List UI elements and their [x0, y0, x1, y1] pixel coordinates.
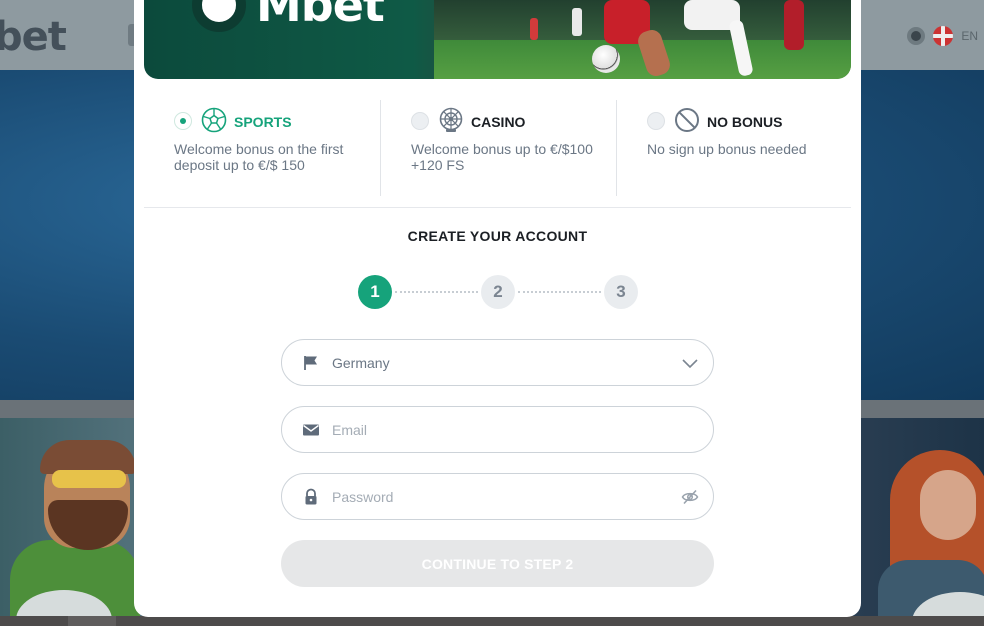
step-connector: [518, 291, 601, 293]
step-1: 1: [358, 275, 392, 309]
flag-icon: [933, 26, 954, 46]
step-indicator: 1 2 3: [358, 275, 638, 309]
password-input[interactable]: [332, 486, 672, 508]
player-figure: [530, 18, 538, 40]
email-field[interactable]: [281, 406, 714, 453]
brand-logo-text: Mbet: [256, 0, 385, 32]
soccer-ball-image: [592, 45, 620, 73]
bonus-title-casino: CASINO: [471, 114, 526, 130]
bonus-options: SPORTS Welcome bonus on the first deposi…: [144, 100, 851, 208]
bonus-description-casino: Welcome bonus up to €/$100 +120 FS: [411, 141, 593, 173]
character-hat-left: [40, 440, 136, 474]
eye-slash-icon[interactable]: [681, 488, 699, 506]
country-value: Germany: [332, 355, 390, 371]
bonus-option-no-bonus[interactable]: NO BONUS No sign up bonus needed: [616, 100, 852, 196]
character-glasses-left: [52, 470, 126, 488]
bonus-radio-sports[interactable]: [174, 112, 192, 130]
bonus-title-no-bonus: NO BONUS: [707, 114, 783, 130]
character-face-right: [920, 470, 976, 540]
language-code: EN: [961, 29, 978, 43]
step-connector: [395, 291, 478, 293]
form-heading: CREATE YOUR ACCOUNT: [407, 228, 588, 244]
envelope-icon: [303, 424, 319, 436]
bonus-description-no-bonus: No sign up bonus needed: [647, 141, 807, 157]
bonus-option-sports[interactable]: SPORTS Welcome bonus on the first deposi…: [144, 100, 380, 196]
soccer-ball-icon: [201, 107, 227, 133]
step-2: 2: [481, 275, 515, 309]
bonus-title-sports: SPORTS: [234, 114, 292, 130]
lock-icon: [305, 488, 317, 505]
country-select[interactable]: Germany: [281, 339, 714, 386]
site-logo: bet: [0, 14, 67, 60]
player-figure: [572, 8, 582, 36]
bonus-radio-no-bonus[interactable]: [647, 112, 665, 130]
bonus-description-sports: Welcome bonus on the first deposit up to…: [174, 141, 344, 173]
modal-banner: Mbet: [144, 0, 851, 79]
roulette-wheel-icon: [439, 107, 463, 132]
continue-button[interactable]: CONTINUE TO STEP 2: [281, 540, 714, 587]
player-figure: [784, 0, 804, 50]
bonus-radio-casino[interactable]: [411, 112, 429, 130]
bonus-option-casino[interactable]: CASINO Welcome bonus up to €/$100 +120 F…: [380, 100, 616, 196]
bottom-bar-tab[interactable]: [68, 616, 116, 626]
bottom-bar: [0, 616, 984, 626]
settings-icon[interactable]: [907, 27, 926, 45]
brand-logo-icon: [192, 0, 246, 32]
email-input[interactable]: [332, 419, 672, 441]
step-3: 3: [604, 275, 638, 309]
prohibited-icon: [675, 108, 699, 132]
registration-modal: Mbet SPORTS Welcome bonus on the first d…: [134, 0, 861, 617]
password-field[interactable]: [281, 473, 714, 520]
language-switcher[interactable]: EN: [907, 26, 978, 46]
chevron-down-icon[interactable]: [681, 354, 699, 372]
flag-icon: [304, 356, 317, 370]
